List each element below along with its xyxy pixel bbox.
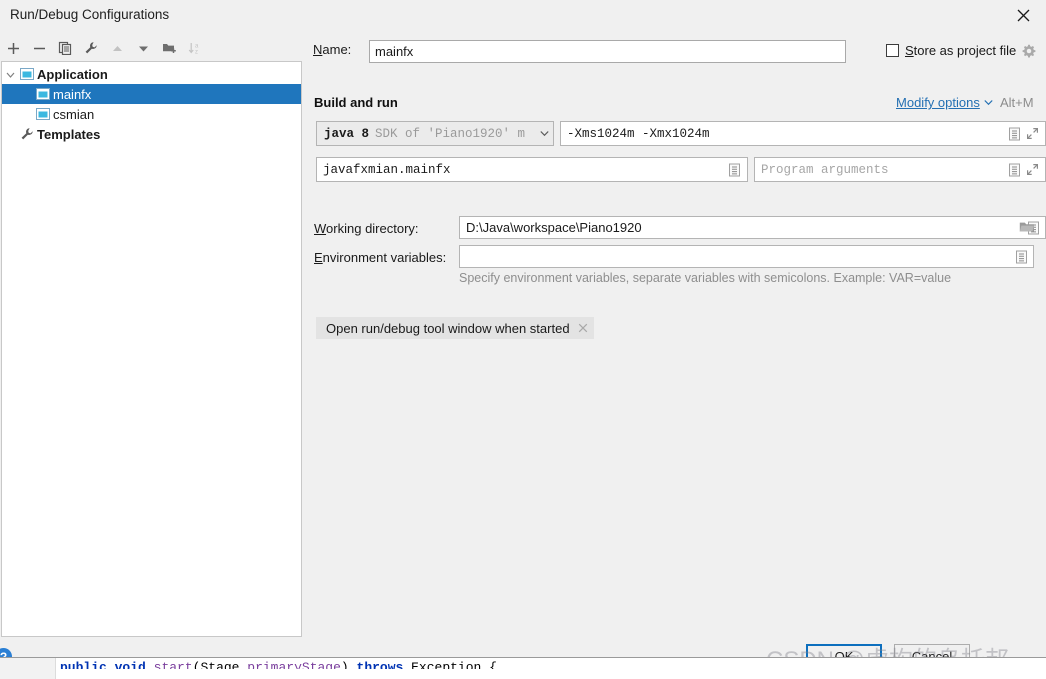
chevron-down-icon[interactable] — [537, 130, 551, 137]
working-directory-browse-button[interactable] — [1019, 220, 1035, 234]
expand-icon[interactable] — [1023, 124, 1041, 144]
chip-label: Open run/debug tool window when started — [326, 320, 570, 336]
close-icon — [1017, 9, 1030, 21]
tree-node-application[interactable]: Application — [2, 64, 301, 84]
arrow-up-icon — [112, 45, 122, 51]
modify-options-rest: odify options — [906, 95, 980, 110]
application-icon — [34, 84, 52, 104]
document-list-icon[interactable] — [1005, 124, 1023, 144]
tree-node-csmian[interactable]: csmian — [2, 104, 301, 124]
working-directory-label: Working directory: — [314, 221, 419, 236]
editor-code-line: public void start(Stage primaryStage) th… — [60, 660, 497, 675]
name-input[interactable]: mainfx — [369, 40, 846, 63]
run-debug-configurations-dialog: Run/Debug Configurations a z Application… — [0, 0, 1046, 674]
jdk-select-description: SDK of 'Piano1920' m — [375, 126, 526, 141]
close-button[interactable] — [1001, 0, 1046, 30]
close-small-icon[interactable] — [578, 323, 588, 333]
gear-icon[interactable] — [1022, 44, 1036, 58]
new-folder-button[interactable] — [156, 37, 182, 59]
vm-options-value: -Xms1024m -Xmx1024m — [567, 126, 710, 141]
title-bar: Run/Debug Configurations — [0, 0, 1046, 30]
copy-icon — [58, 41, 72, 55]
store-as-project-file-checkbox[interactable] — [886, 44, 899, 57]
tree-node-label: csmian — [53, 106, 95, 122]
application-icon — [18, 64, 36, 84]
wrench-icon — [85, 42, 97, 54]
minus-icon — [33, 47, 45, 49]
expand-chevron-icon[interactable] — [2, 64, 18, 84]
ide-editor-strip: public void start(Stage primaryStage) th… — [0, 657, 1046, 679]
sort-az-icon: a z — [188, 43, 199, 56]
main-class-value: javafxmian.mainfx — [323, 162, 451, 177]
tree-node-templates[interactable]: Templates — [2, 124, 301, 144]
window-title: Run/Debug Configurations — [10, 7, 170, 22]
application-icon — [34, 104, 52, 124]
environment-variables-field[interactable] — [459, 245, 1034, 268]
add-configuration-button[interactable] — [0, 37, 26, 59]
arrow-down-icon — [138, 46, 148, 51]
copy-configuration-button[interactable] — [52, 37, 78, 59]
jdk-select[interactable]: java 8 SDK of 'Piano1920' m — [316, 121, 554, 146]
editor-gutter — [0, 658, 56, 679]
svg-text:z: z — [195, 50, 198, 56]
environment-variables-hint: Specify environment variables, separate … — [459, 271, 952, 285]
modify-options-mnemonic: M — [896, 95, 907, 110]
modify-options-shortcut: Alt+M — [1000, 95, 1034, 110]
main-class-field[interactable]: javafxmian.mainfx — [316, 157, 748, 182]
document-list-icon[interactable] — [1012, 247, 1030, 267]
tree-node-label: Templates — [37, 126, 101, 142]
vm-options-field[interactable]: -Xms1024m -Xmx1024m — [560, 121, 1046, 146]
jdk-select-value: java 8 — [324, 126, 370, 141]
name-label-rest: ame: — [322, 42, 352, 57]
working-directory-field[interactable]: D:\Java\workspace\Piano1920 — [459, 216, 1046, 239]
configurations-toolbar: a z — [0, 36, 300, 60]
chevron-down-icon — [984, 99, 993, 106]
tree-node-label: mainfx — [53, 86, 92, 102]
wrench-icon — [18, 124, 36, 144]
tree-node-label: Application — [37, 66, 108, 82]
name-label-mnemonic: N — [313, 42, 323, 57]
remove-configuration-button[interactable] — [26, 37, 52, 59]
build-and-run-section-title: Build and run — [314, 95, 398, 110]
edit-templates-button[interactable] — [78, 37, 104, 59]
environment-variables-label: Environment variables: — [314, 250, 447, 265]
folder-add-icon — [162, 44, 176, 53]
plus-icon — [7, 42, 19, 54]
expand-icon[interactable] — [1023, 160, 1041, 180]
sort-configurations-button[interactable]: a z — [182, 37, 208, 59]
program-arguments-field[interactable]: Program arguments — [754, 157, 1046, 182]
store-as-project-file-row[interactable]: Store as project file — [886, 43, 1036, 58]
move-down-button[interactable] — [130, 37, 156, 59]
folder-icon — [1019, 222, 1034, 232]
open-run-debug-tool-window-chip[interactable]: Open run/debug tool window when started — [316, 317, 594, 339]
working-directory-value: D:\Java\workspace\Piano1920 — [466, 220, 642, 235]
configurations-tree[interactable]: Application mainfx csmian Templates — [1, 61, 302, 637]
move-up-button[interactable] — [104, 37, 130, 59]
program-arguments-placeholder: Program arguments — [761, 162, 889, 177]
document-list-icon[interactable] — [725, 160, 743, 180]
modify-options-link[interactable]: Modify options — [896, 95, 993, 110]
store-as-project-file-label: Store as project file — [905, 43, 1017, 58]
tree-node-mainfx[interactable]: mainfx — [2, 84, 301, 104]
document-list-icon[interactable] — [1005, 160, 1023, 180]
name-label: Name: — [313, 42, 351, 57]
